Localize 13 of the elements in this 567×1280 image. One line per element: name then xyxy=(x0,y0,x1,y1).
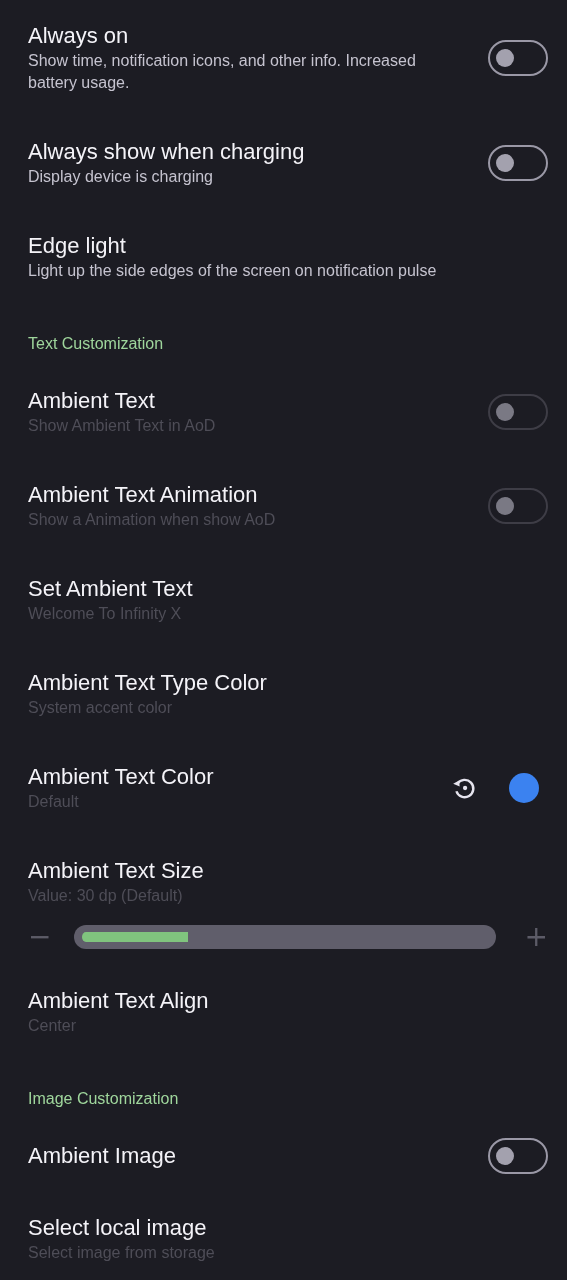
toggle-switch[interactable] xyxy=(488,40,548,76)
setting-title[interactable]: Always on xyxy=(28,22,468,50)
setting-summary: Display device is charging xyxy=(28,167,214,187)
setting-title[interactable]: Edge light xyxy=(28,232,468,260)
setting-summary: Light up the side edges of the screen on notification pulse xyxy=(28,261,438,281)
setting-title[interactable]: Ambient Image xyxy=(28,1142,468,1170)
section-header: Text Customization xyxy=(27,334,165,354)
section-header: Image Customization xyxy=(27,1089,180,1109)
slider-track[interactable] xyxy=(74,925,496,949)
setting-title[interactable]: Always show when charging xyxy=(28,138,468,166)
toggle-switch[interactable] xyxy=(488,145,548,181)
setting-summary: Show time, notification icons, and other info. Increased battery usage. xyxy=(28,51,417,93)
toggle-switch[interactable] xyxy=(488,1138,548,1174)
